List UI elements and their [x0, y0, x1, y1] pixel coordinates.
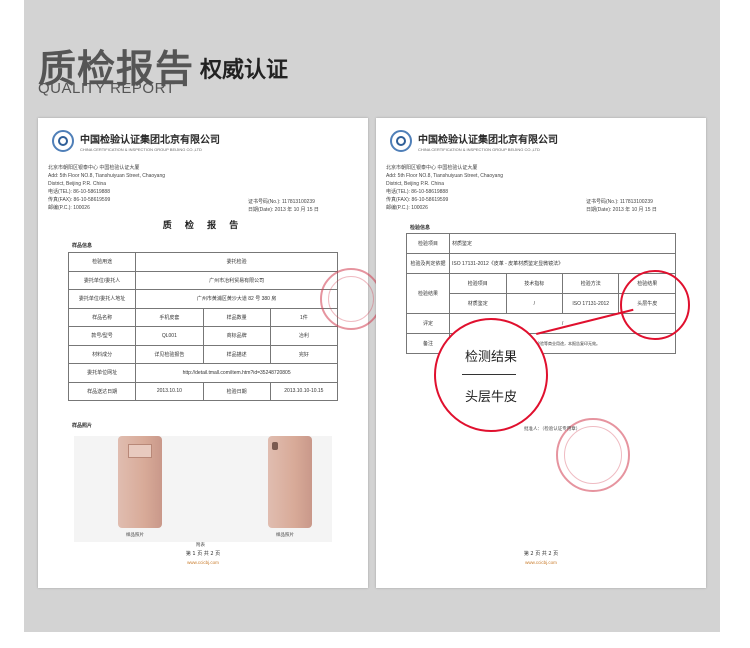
section-label-sample: 样品信息 — [72, 243, 93, 249]
org-address: 北京市朝阳区银泰中心 中国检验认证大厦 Add: 5th Floor NO.8,… — [48, 165, 166, 211]
table-row: 款号/型号 QL001 商标品牌 冶利 — [67, 326, 339, 346]
magnified-label: 检测结果 — [464, 350, 517, 365]
table-row: 检验项目 材质鉴定 — [405, 233, 676, 254]
table-row: 委托单位网址 http://detail.tmall.com/item.htm?i… — [67, 363, 338, 383]
page-number: 第 2 页 共 2 页 — [523, 551, 559, 557]
page-number: 第 1 页 共 2 页 — [185, 551, 221, 557]
report-page-1: 中国检验认证集团北京有限公司 CHINA CERTIFICATION & INS… — [38, 118, 382, 588]
photo-caption-1: 样品照片 — [126, 533, 144, 538]
section-label-inspection: 检验信息 — [410, 225, 431, 231]
magnified-value: 头层牛皮 — [464, 390, 517, 405]
org-header: 中国检验认证集团北京有限公司 CHINA CERTIFICATION & INS… — [52, 130, 220, 152]
org-name-en: CHINA CERTIFICATION & INSPECTION GROUP B… — [418, 146, 540, 152]
highlight-circle-small — [620, 270, 690, 340]
header-subtitle: 权威认证 — [200, 58, 289, 83]
sample-photo-front — [118, 436, 162, 528]
org-header: 中国检验认证集团北京有限公司 CHINA CERTIFICATION & INS… — [390, 130, 558, 152]
report-number: 证书号码(No.): 117813100239 日期(Date): 2013 年… — [248, 199, 319, 213]
org-address: 北京市朝阳区银泰中心 中国检验认证大厦 Add: 5th Floor NO.8,… — [386, 165, 504, 211]
sample-info-table: 检验用途 委托检验 委托单位/委托人 广州市冶利贸易有限公司 委托单位/委托人地址广… — [67, 252, 339, 401]
magnified-divider — [462, 374, 516, 375]
table-row: 委托单位/委托人地址 广州市黄浦区黄沙大道 82 号 380 房 — [67, 289, 338, 309]
org-name-en: CHINA CERTIFICATION & INSPECTION GROUP B… — [80, 146, 202, 152]
website-link[interactable]: www.ccicbj.com — [38, 560, 368, 565]
photo-caption-2: 样品照片 — [276, 533, 294, 538]
report-number: 证书号码(No.): 117813100239 日期(Date): 2013 年… — [586, 199, 657, 213]
org-name: 中国检验认证集团北京有限公司 — [80, 134, 220, 146]
photo-note: 附表 — [196, 543, 205, 548]
org-name: 中国检验认证集团北京有限公司 — [418, 134, 558, 146]
table-row: 检验用途 委托检验 — [67, 252, 338, 272]
table-row: 检验及判定依据 ISO 17131-2012《皮革 - 皮革材质鉴定显微镜法》 — [405, 253, 676, 274]
ccic-logo-icon — [390, 130, 412, 152]
report-title: 质 检 报 告 — [162, 221, 244, 231]
seal-note: 批准人：（检验认证专用章） — [524, 427, 581, 432]
header-title-en: QUALITY REPORT — [38, 80, 176, 97]
magnified-result-circle: 检测结果 头层牛皮 — [434, 318, 548, 432]
ccic-logo-icon — [52, 130, 74, 152]
table-row: 委托单位/委托人 广州市冶利贸易有限公司 — [67, 270, 338, 290]
sample-photo-back — [268, 436, 312, 528]
section-label-photo: 样品照片 — [72, 423, 93, 429]
table-row: 材料成分 详见检验报告 样品描述 完好 — [67, 344, 339, 364]
red-seal-stamp — [320, 268, 382, 330]
table-row: 样品送达日期 2013.10.10 检验日期 2013.10.10-10.15 — [67, 381, 339, 401]
table-row: 样品名称 手机皮套 样品数量 1件 — [67, 307, 339, 327]
website-link[interactable]: www.ccicbj.com — [376, 560, 706, 565]
